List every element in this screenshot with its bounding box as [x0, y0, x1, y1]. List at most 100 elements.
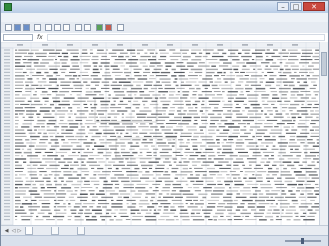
cell-text-mark — [70, 193, 78, 195]
cell-text-mark — [236, 139, 243, 141]
spreadsheet-grid[interactable] — [1, 42, 328, 225]
cell-text-mark — [113, 116, 117, 118]
undo-icon[interactable] — [75, 24, 82, 31]
minimize-button[interactable]: – — [277, 2, 289, 11]
cell-text-mark — [151, 113, 163, 115]
cell-text-mark — [217, 123, 222, 125]
cell-text-mark — [132, 151, 138, 154]
first-sheet-arrow-icon[interactable]: ◀ — [4, 227, 9, 235]
cell-text-mark — [235, 87, 244, 90]
cell-text-mark — [110, 177, 117, 179]
cell-text-mark — [288, 145, 301, 147]
cell-text-mark — [306, 180, 315, 183]
cell-text-mark — [291, 126, 294, 128]
cell-text-mark — [263, 135, 271, 138]
cut-icon[interactable] — [45, 24, 52, 31]
cell-text-mark — [20, 215, 33, 217]
cell-text-mark — [270, 65, 280, 67]
cell-text-mark — [26, 164, 31, 166]
cell-text-mark — [176, 164, 188, 166]
cell-text-mark — [32, 187, 38, 189]
cell-text-mark — [281, 119, 293, 122]
cell-text-mark — [15, 187, 18, 189]
cell-text-mark — [127, 161, 136, 163]
cell-text-mark — [188, 158, 195, 160]
redo-icon[interactable] — [84, 24, 91, 31]
cell-text-mark — [208, 100, 221, 102]
cell-text-mark — [159, 97, 167, 99]
vertical-scrollbar[interactable] — [319, 42, 328, 225]
cell-text-mark — [114, 209, 119, 211]
cell-text-mark — [81, 59, 90, 61]
cell-text-mark — [186, 196, 199, 198]
cell-text-mark — [169, 119, 181, 122]
cell-text-mark — [245, 180, 253, 182]
cell-text-mark — [253, 212, 264, 215]
row-number-mark — [4, 62, 10, 64]
cell-text-mark — [164, 180, 174, 183]
cell-text-mark — [249, 129, 254, 131]
close-button[interactable]: ✕ — [303, 2, 325, 11]
cell-text-mark — [123, 68, 129, 70]
name-box[interactable] — [3, 34, 33, 41]
copy-icon[interactable] — [54, 24, 61, 31]
vertical-scroll-thumb[interactable] — [321, 52, 327, 76]
cell-text-mark — [266, 119, 278, 121]
sort-icon[interactable] — [96, 24, 103, 31]
sheet-tab-2[interactable] — [51, 227, 59, 235]
cell-text-mark — [226, 193, 233, 195]
cell-text-mark — [193, 123, 198, 125]
cell-text-mark — [306, 100, 318, 102]
maximize-button[interactable]: □ — [290, 2, 302, 11]
cell-text-mark — [42, 155, 46, 157]
next-sheet-arrow-icon[interactable]: ▷ — [17, 227, 22, 235]
cell-text-mark — [57, 55, 62, 57]
cell-text-mark — [242, 209, 248, 211]
cell-text-mark — [142, 75, 147, 77]
zoom-icon[interactable] — [117, 24, 124, 31]
cell-text-mark — [276, 84, 281, 87]
cell-text-mark — [42, 116, 55, 119]
zoom-slider-knob[interactable] — [301, 238, 304, 244]
cell-text-mark — [243, 103, 247, 105]
cell-text-mark — [245, 215, 250, 217]
cell-text-mark — [121, 113, 124, 115]
cell-text-mark — [255, 174, 262, 176]
cell-text-mark — [104, 91, 110, 93]
cell-text-mark — [81, 52, 88, 54]
prev-sheet-arrow-icon[interactable]: ◁ — [11, 227, 16, 235]
sheet-tab-1[interactable] — [25, 227, 33, 235]
cell-text-mark — [73, 161, 79, 163]
cell-text-mark — [299, 71, 308, 73]
cell-text-mark — [185, 155, 188, 157]
cell-text-mark — [61, 139, 65, 141]
cell-text-mark — [173, 71, 185, 74]
open-icon[interactable] — [14, 24, 21, 31]
cell-text-mark — [46, 123, 56, 125]
new-icon[interactable] — [5, 24, 12, 31]
print-icon[interactable] — [34, 24, 41, 31]
paste-icon[interactable] — [63, 24, 70, 31]
cell-text-mark — [44, 71, 49, 74]
cell-text-mark — [89, 177, 97, 179]
chart-icon[interactable] — [105, 24, 112, 31]
formula-input[interactable] — [47, 34, 325, 41]
sheet-tab-3[interactable] — [77, 227, 85, 235]
cell-text-mark — [286, 219, 291, 221]
cell-text-mark — [287, 49, 298, 51]
cell-text-mark — [275, 219, 282, 221]
cell-text-mark — [218, 203, 226, 205]
cell-text-mark — [249, 78, 258, 80]
cell-text-mark — [234, 180, 242, 182]
cell-text-mark — [145, 81, 153, 83]
cell-text-mark — [232, 187, 240, 189]
cell-text-mark — [130, 52, 136, 54]
cell-text-mark — [261, 100, 265, 102]
cell-text-mark — [96, 119, 100, 122]
cell-text-mark — [285, 177, 295, 179]
cell-text-mark — [15, 116, 19, 118]
save-icon[interactable] — [23, 24, 30, 31]
cell-text-mark — [15, 71, 22, 73]
cell-text-mark — [239, 190, 251, 192]
cell-text-mark — [260, 148, 267, 151]
